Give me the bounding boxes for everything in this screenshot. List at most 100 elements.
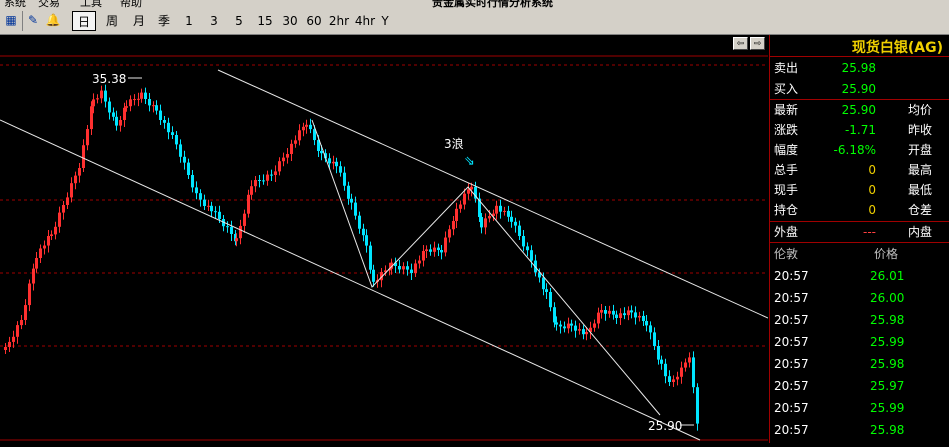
candle-body <box>32 268 35 284</box>
candle-body <box>328 158 331 164</box>
tick-price: 25.98 <box>870 423 905 437</box>
candle-body <box>58 212 61 227</box>
candle-body <box>12 336 15 342</box>
quote-row-current-volume: 现手 0 最低 <box>770 180 949 200</box>
candle-body <box>278 161 281 172</box>
candle-body <box>96 98 99 100</box>
candle-body <box>262 180 265 182</box>
period-button[interactable]: 60 <box>302 11 326 31</box>
candle-body <box>597 312 600 324</box>
row-label-2: 昨收 <box>908 123 933 137</box>
menu-item-trade[interactable]: 交易 <box>38 0 60 8</box>
candle-body <box>309 124 312 130</box>
menu-item-help[interactable]: 帮助 <box>120 0 142 8</box>
candle-body <box>47 236 50 246</box>
tick-price: 26.00 <box>870 291 905 305</box>
candle-body <box>108 101 111 113</box>
period-button[interactable]: 季 <box>152 11 176 31</box>
low-price-label: 25.90 <box>648 419 683 433</box>
candle-body <box>167 122 170 133</box>
tick-row: 20:57 26.00 <box>770 287 949 309</box>
row-label-2: 开盘 <box>908 143 933 157</box>
candle-body <box>155 105 158 111</box>
candle-body <box>696 387 699 424</box>
candle-body <box>526 246 529 251</box>
period-button[interactable]: 15 <box>253 11 277 31</box>
period-button[interactable]: 月 <box>127 11 151 31</box>
channel-upper-line <box>217 69 769 319</box>
candle-body <box>43 245 46 249</box>
divider <box>770 242 949 243</box>
candle-body <box>630 310 633 313</box>
period-button[interactable]: 周 <box>100 11 124 31</box>
candle-body <box>298 130 301 141</box>
period-button[interactable]: 2hr <box>326 11 352 31</box>
candle-body <box>163 120 166 123</box>
candle-body <box>90 106 93 130</box>
candle-body <box>20 320 23 326</box>
candlestick-chart[interactable]: 35.38 3浪 ⇘ 25.90 <box>0 35 769 443</box>
high-price-label: 35.38 <box>92 72 127 86</box>
candle-body <box>129 99 132 107</box>
candle-body <box>634 312 637 318</box>
candle-body <box>627 310 630 316</box>
candle-body <box>235 238 238 242</box>
period-button[interactable]: 30 <box>278 11 302 31</box>
row-value: 25.98 <box>841 61 876 75</box>
candle-body <box>24 305 27 320</box>
scroll-left-icon[interactable]: ⇦ <box>733 37 748 50</box>
alarm-bell-icon[interactable]: 🔔 <box>44 11 62 29</box>
quote-row-volume: 总手 0 最高 <box>770 160 949 180</box>
candle-body <box>100 90 103 99</box>
candle-body <box>455 208 458 221</box>
tick-row: 20:57 25.98 <box>770 309 949 331</box>
candle-body <box>258 180 261 181</box>
candle-body <box>187 162 190 175</box>
candle-body <box>183 156 186 163</box>
candle-body <box>645 321 648 326</box>
candle-body <box>499 205 502 212</box>
menu-item-system[interactable]: 系统 <box>4 0 26 8</box>
candle-body <box>159 110 162 120</box>
tick-row: 20:57 26.01 <box>770 265 949 287</box>
candle-body <box>39 248 42 258</box>
candle-body <box>4 347 7 350</box>
toolbar: ▦ ✎ 🔔 日周月季 1 3 5 15 30 60 2hr 4hr Y <box>0 8 949 35</box>
candle-body <box>214 211 217 213</box>
period-button[interactable]: 3 <box>203 11 225 31</box>
row-value: 25.90 <box>841 103 876 117</box>
period-button[interactable]: 1 <box>178 11 200 31</box>
edit-icon[interactable]: ✎ <box>24 11 42 29</box>
period-button[interactable]: Y <box>375 11 395 31</box>
candle-body <box>343 172 346 186</box>
tick-time: 20:57 <box>774 291 809 305</box>
candle-body <box>406 266 409 270</box>
candle-body <box>125 106 128 108</box>
period-button[interactable]: 日 <box>72 11 96 31</box>
row-label-2: 内盘 <box>908 225 933 239</box>
candle-body <box>410 269 413 273</box>
candle-body <box>54 226 57 235</box>
period-button[interactable]: 5 <box>228 11 250 31</box>
row-label-2: 最高 <box>908 163 933 177</box>
tick-row: 20:57 25.98 <box>770 353 949 375</box>
candle-body <box>448 229 451 238</box>
menu-item-tools[interactable]: 工具 <box>80 0 102 8</box>
candle-body <box>676 376 679 380</box>
candle-body <box>612 310 615 315</box>
scroll-right-icon[interactable]: ⇨ <box>750 37 765 50</box>
candle-body <box>86 129 89 146</box>
candle-body <box>320 151 323 154</box>
tick-price: 25.99 <box>870 401 905 415</box>
candle-body <box>74 175 77 184</box>
candle-body <box>137 98 140 100</box>
candle-body <box>302 126 305 131</box>
row-label: 最新 <box>774 103 799 117</box>
row-value: --- <box>863 225 876 239</box>
candle-body <box>339 166 342 173</box>
candle-body <box>615 314 618 318</box>
candle-body <box>585 332 588 335</box>
candle-body <box>8 341 11 347</box>
grid-icon[interactable]: ▦ <box>2 11 20 29</box>
candle-body <box>657 346 660 360</box>
